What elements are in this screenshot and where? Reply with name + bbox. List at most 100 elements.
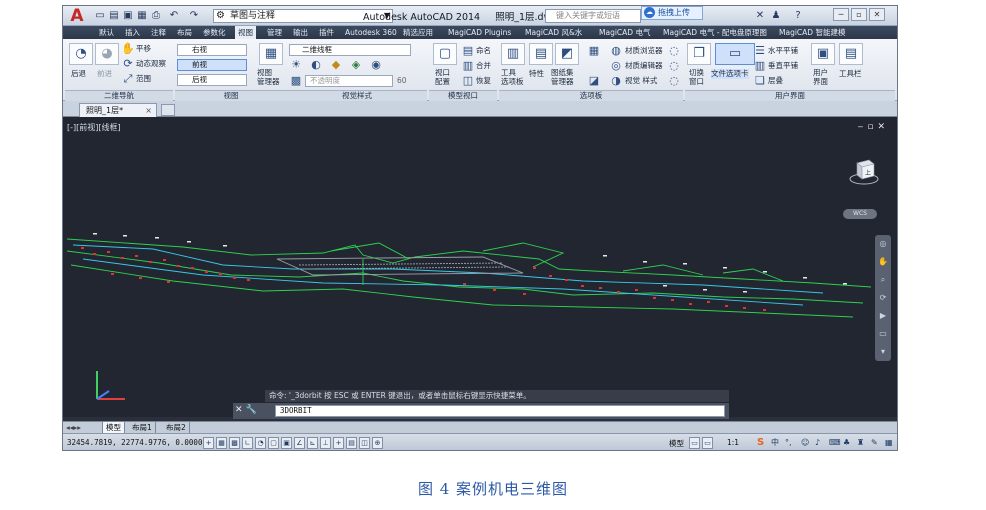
tab-layout1[interactable]: 布局1 <box>129 422 156 433</box>
tab-annotate[interactable]: 注释 <box>151 26 166 39</box>
file-tabs-icon[interactable]: ▭ <box>715 43 755 65</box>
tab-layout[interactable]: 布局 <box>177 26 192 39</box>
snap-toggle[interactable]: ▦ <box>216 437 227 449</box>
forward-icon[interactable]: ◕ <box>95 43 119 65</box>
orbit-label[interactable]: 动态观察 <box>136 59 166 69</box>
viewport-controls-label[interactable]: [-][前视][线框] <box>67 122 121 133</box>
visual-style-select[interactable]: 二维线框 <box>289 44 411 56</box>
search-input[interactable]: 键入关键字或短语 <box>545 9 641 23</box>
named-viewports-label[interactable]: 命名 <box>476 46 491 56</box>
user-interface-icon[interactable]: ▣ <box>811 43 835 65</box>
visual-styles-label[interactable]: 视觉 样式 <box>625 76 657 86</box>
grid-toggle[interactable]: ▩ <box>229 437 240 449</box>
coordinates-readout[interactable]: 32454.7819, 22774.9776, 0.0000 <box>67 438 202 447</box>
toolbars-label[interactable]: 工具栏 <box>839 69 862 79</box>
dyn-toggle[interactable]: ⊥ <box>320 437 331 449</box>
tab-view[interactable]: 视图 <box>235 26 256 39</box>
polar-toggle[interactable]: ◔ <box>255 437 266 449</box>
drawing-viewport[interactable]: [-][前视][线框] ‒▫✕ 上 WCS ◎ ✋ ⌕ ⟳ ▶ ▭ ▾ 命令: … <box>63 117 897 419</box>
tab-layout2[interactable]: 布局2 <box>163 422 190 433</box>
ducs-toggle[interactable]: ⊾ <box>307 437 318 449</box>
close-button[interactable]: ✕ <box>869 8 885 21</box>
restore-viewports-icon[interactable]: ◫ <box>461 74 475 88</box>
tile-horizontal-label[interactable]: 水平平铺 <box>768 46 798 56</box>
tab-magicad-switchboard[interactable]: MagiCAD 电气 - 配电盘原理图 <box>663 26 767 39</box>
upload-button[interactable]: ☁ 拖拽上传 <box>641 6 703 20</box>
materials-editor-icon[interactable]: ◎ <box>609 59 623 73</box>
print-icon[interactable]: ⎙ <box>149 9 163 22</box>
toolbars-icon[interactable]: ▤ <box>839 43 863 65</box>
clothes-icon[interactable]: ♜ <box>857 436 864 450</box>
ime-chinese-icon[interactable]: 中 <box>771 436 779 450</box>
palette-extra-icon-3[interactable]: ◌ <box>667 74 681 88</box>
design-center-icon[interactable]: ▦ <box>587 44 601 58</box>
tab-magicad-hvac[interactable]: MagiCAD 风&水 <box>525 26 582 39</box>
save-icon[interactable]: ▣ <box>121 9 135 22</box>
pan-icon[interactable]: ✋ <box>121 42 135 56</box>
tab-default[interactable]: 默认 <box>99 26 114 39</box>
new-file-icon[interactable]: ▭ <box>93 9 107 22</box>
exchange-icon[interactable]: ✕ <box>753 9 767 22</box>
model-space-label[interactable]: 模型 <box>669 438 684 449</box>
tile-horizontal-icon[interactable]: ☰ <box>753 44 767 58</box>
viewport-window-controls[interactable]: ‒▫✕ <box>858 122 889 132</box>
palette-extra-icon-2[interactable]: ◌ <box>667 59 681 73</box>
extents-label[interactable]: 范围 <box>136 74 151 84</box>
skin-icon[interactable]: ♣ <box>843 436 850 450</box>
open-file-icon[interactable]: ▤ <box>107 9 121 22</box>
quick-props-toggle[interactable]: ◫ <box>359 437 370 449</box>
osnap-toggle[interactable]: ▢ <box>268 437 279 449</box>
layout-nav-arrows[interactable]: ◂◂▸▸ <box>63 422 103 433</box>
named-viewports-icon[interactable]: ▤ <box>461 44 475 58</box>
wrench-icon[interactable]: ✎ <box>871 436 878 450</box>
palette-extra-icon-1[interactable]: ◌ <box>667 44 681 58</box>
tab-parametric[interactable]: 参数化 <box>203 26 226 39</box>
opacity-slider[interactable]: 不透明度 <box>305 75 393 87</box>
otrack-toggle[interactable]: ∠ <box>294 437 305 449</box>
properties-label[interactable]: 特性 <box>529 69 544 79</box>
user-interface-label[interactable]: 用户 界面 <box>813 68 828 86</box>
save-as-icon[interactable]: ▦ <box>135 9 149 22</box>
tab-magicad-electrical[interactable]: MagiCAD 电气 <box>599 26 650 39</box>
quick-view-layouts-icon[interactable]: ▭ <box>689 437 700 449</box>
3d-osnap-toggle[interactable]: ▣ <box>281 437 292 449</box>
keyboard-icon[interactable]: ⌨ <box>829 436 841 450</box>
view-front-item[interactable]: 前视 <box>177 59 247 71</box>
view-manager-icon[interactable]: ▦ <box>259 43 283 65</box>
new-tab-button[interactable] <box>161 104 175 116</box>
markup-icon[interactable]: ◪ <box>587 74 601 88</box>
file-tab-current[interactable]: 照明_1层* × <box>79 103 157 117</box>
orbit-icon[interactable]: ⟳ <box>121 57 135 71</box>
viewport-config-label[interactable]: 视口 配置 <box>435 68 450 86</box>
microphone-icon[interactable]: ♪ <box>815 436 820 450</box>
shadow-icon[interactable]: ◐ <box>309 58 323 72</box>
tab-insert[interactable]: 插入 <box>125 26 140 39</box>
view-right-item[interactable]: 右视 <box>177 44 247 56</box>
minimize-button[interactable]: ─ <box>833 8 849 21</box>
tile-vertical-label[interactable]: 垂直平铺 <box>768 61 798 71</box>
lineweight-toggle[interactable]: + <box>333 437 344 449</box>
file-tabs-label[interactable]: 文件选项卡 <box>711 69 749 79</box>
cascade-label[interactable]: 层叠 <box>768 76 783 86</box>
user-icon[interactable]: ♟ <box>769 9 783 22</box>
viewport-config-icon[interactable]: ▢ <box>433 43 457 65</box>
edge-style-icon[interactable]: ◉ <box>369 58 383 72</box>
switch-window-label[interactable]: 切换 窗口 <box>689 68 704 86</box>
pan-label[interactable]: 平移 <box>136 44 151 54</box>
cascade-icon[interactable]: ❏ <box>753 74 767 88</box>
switch-window-icon[interactable]: ❐ <box>687 43 711 65</box>
tab-manage[interactable]: 管理 <box>267 26 282 39</box>
redo-icon[interactable]: ↷ <box>187 9 201 22</box>
restore-button[interactable]: ▫ <box>851 8 867 21</box>
tab-model[interactable]: 模型 <box>103 422 125 433</box>
sheet-set-label[interactable]: 图纸集 管理器 <box>551 68 574 86</box>
zoom-extents-icon[interactable]: ⤢ <box>121 72 135 86</box>
sogou-ime-icon[interactable]: S <box>757 436 764 450</box>
emoji-icon[interactable]: ☺ <box>801 436 809 450</box>
face-style-icon[interactable]: ◈ <box>349 58 363 72</box>
material-icon[interactable]: ◆ <box>329 58 343 72</box>
materials-browser-label[interactable]: 材质浏览器 <box>625 46 663 56</box>
tool-palettes-icon[interactable]: ▥ <box>501 43 525 65</box>
selection-cycling-toggle[interactable]: ⊕ <box>372 437 383 449</box>
view-manager-label[interactable]: 视图 管理器 <box>257 68 280 86</box>
